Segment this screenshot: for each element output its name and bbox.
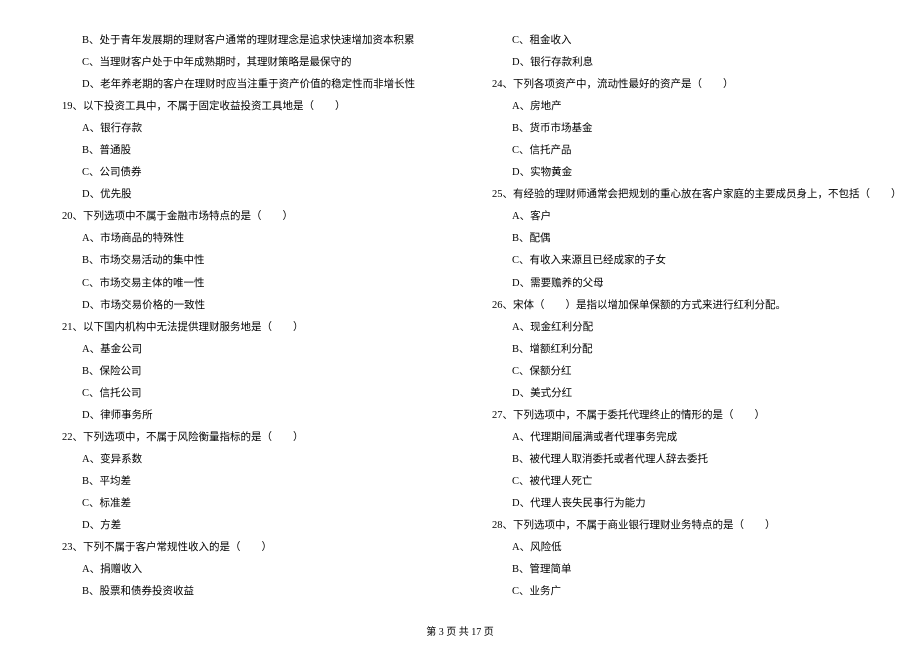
answer-option: D、代理人丧失民事行为能力 (480, 493, 870, 515)
answer-option: C、当理财客户处于中年成熟期时，其理财策略是最保守的 (50, 52, 440, 74)
question-stem: 21、以下国内机构中无法提供理财服务地是（ ） (50, 317, 440, 339)
answer-option: D、市场交易价格的一致性 (50, 295, 440, 317)
answer-option: D、美式分红 (480, 383, 870, 405)
question-stem: 19、以下投资工具中，不属于固定收益投资工具地是（ ） (50, 96, 440, 118)
right-column: C、租金收入D、银行存款利息24、下列各项资产中，流动性最好的资产是（ ）A、房… (480, 30, 870, 603)
left-column: B、处于青年发展期的理财客户通常的理财理念是追求快速增加资本积累C、当理财客户处… (50, 30, 440, 603)
question-stem: 22、下列选项中，不属于风险衡量指标的是（ ） (50, 427, 440, 449)
answer-option: D、优先股 (50, 184, 440, 206)
answer-option: C、被代理人死亡 (480, 471, 870, 493)
exam-page: B、处于青年发展期的理财客户通常的理财理念是追求快速增加资本积累C、当理财客户处… (0, 0, 920, 603)
question-stem: 28、下列选项中，不属于商业银行理财业务特点的是（ ） (480, 515, 870, 537)
answer-option: C、标准差 (50, 493, 440, 515)
question-stem: 20、下列选项中不属于金融市场特点的是（ ） (50, 206, 440, 228)
answer-option: B、平均差 (50, 471, 440, 493)
answer-option: B、市场交易活动的集中性 (50, 250, 440, 272)
answer-option: A、市场商品的特殊性 (50, 228, 440, 250)
answer-option: D、银行存款利息 (480, 52, 870, 74)
question-stem: 25、有经验的理财师通常会把规划的重心放在客户家庭的主要成员身上，不包括（ ） (480, 184, 870, 206)
question-stem: 24、下列各项资产中，流动性最好的资产是（ ） (480, 74, 870, 96)
answer-option: B、增额红利分配 (480, 339, 870, 361)
answer-option: A、变异系数 (50, 449, 440, 471)
answer-option: C、有收入来源且已经成家的子女 (480, 250, 870, 272)
answer-option: B、配偶 (480, 228, 870, 250)
answer-option: A、房地产 (480, 96, 870, 118)
answer-option: B、普通股 (50, 140, 440, 162)
question-stem: 27、下列选项中，不属于委托代理终止的情形的是（ ） (480, 405, 870, 427)
answer-option: A、基金公司 (50, 339, 440, 361)
answer-option: A、风险低 (480, 537, 870, 559)
answer-option: D、实物黄金 (480, 162, 870, 184)
answer-option: C、市场交易主体的唯一性 (50, 273, 440, 295)
answer-option: C、信托公司 (50, 383, 440, 405)
answer-option: A、银行存款 (50, 118, 440, 140)
question-stem: 23、下列不属于客户常规性收入的是（ ） (50, 537, 440, 559)
answer-option: B、股票和债券投资收益 (50, 581, 440, 603)
answer-option: A、现金红利分配 (480, 317, 870, 339)
answer-option: B、货币市场基金 (480, 118, 870, 140)
answer-option: A、捐赠收入 (50, 559, 440, 581)
answer-option: B、保险公司 (50, 361, 440, 383)
answer-option: C、租金收入 (480, 30, 870, 52)
answer-option: D、老年养老期的客户在理财时应当注重于资产价值的稳定性而非增长性 (50, 74, 440, 96)
answer-option: D、律师事务所 (50, 405, 440, 427)
question-stem: 26、宋体（ ）是指以增加保单保额的方式来进行红利分配。 (480, 295, 870, 317)
page-footer: 第 3 页 共 17 页 (0, 623, 920, 638)
answer-option: A、代理期间届满或者代理事务完成 (480, 427, 870, 449)
answer-option: C、保额分红 (480, 361, 870, 383)
answer-option: C、信托产品 (480, 140, 870, 162)
answer-option: B、被代理人取消委托或者代理人辞去委托 (480, 449, 870, 471)
answer-option: D、方差 (50, 515, 440, 537)
answer-option: C、公司债券 (50, 162, 440, 184)
answer-option: D、需要赡养的父母 (480, 273, 870, 295)
answer-option: C、业务广 (480, 581, 870, 603)
answer-option: A、客户 (480, 206, 870, 228)
answer-option: B、管理简单 (480, 559, 870, 581)
answer-option: B、处于青年发展期的理财客户通常的理财理念是追求快速增加资本积累 (50, 30, 440, 52)
